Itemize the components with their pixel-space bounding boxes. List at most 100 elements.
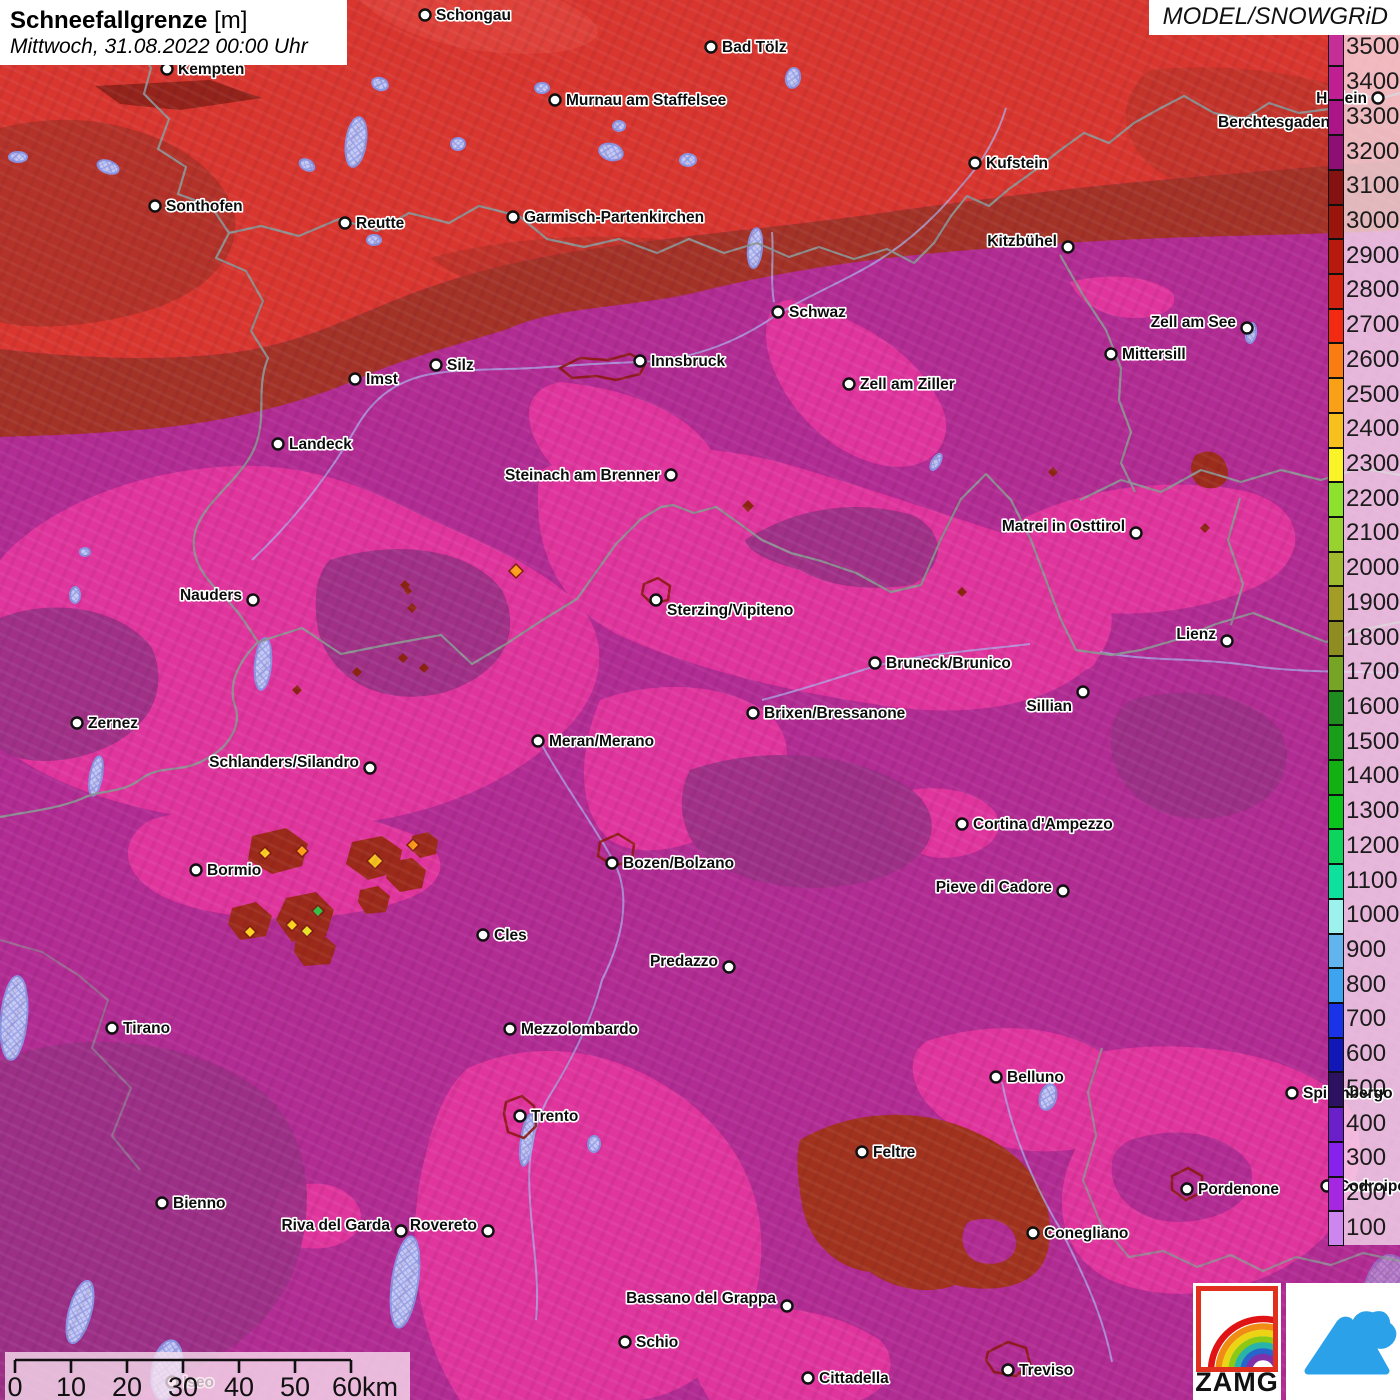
- city-label: Nauders: [180, 587, 242, 604]
- colorbar-value: 700: [1346, 1005, 1400, 1033]
- city-marker: Bassano del Grappa: [626, 1290, 792, 1312]
- colorbar-value: 2700: [1346, 311, 1400, 339]
- city-label: Predazzo: [650, 953, 718, 970]
- colorbar-value: 2000: [1346, 554, 1400, 582]
- city-label: Bormio: [207, 862, 261, 879]
- city-label: Sonthofen: [166, 198, 243, 215]
- city-dot: [350, 374, 361, 385]
- colorbar-segment: [1329, 447, 1343, 482]
- colorbar-value: 400: [1346, 1110, 1400, 1138]
- scalebar-label: 60km: [332, 1372, 398, 1400]
- city-label: Bassano del Grappa: [626, 1290, 776, 1307]
- city-label: Murnau am Staffelsee: [566, 92, 727, 109]
- colorbar-value: 1500: [1346, 728, 1400, 756]
- city-marker: Sterzing/Vipiteno: [651, 595, 794, 620]
- city-dot: [773, 307, 784, 318]
- model-label: MODEL/SNOWGRiD: [1149, 0, 1400, 35]
- zamg-logo: ZAMG: [1193, 1283, 1281, 1400]
- city-label: Bozen/Bolzano: [623, 855, 734, 872]
- colorbar-value: 2400: [1346, 415, 1400, 443]
- city-marker: Cles: [478, 927, 527, 944]
- city-marker: Sonthofen: [150, 198, 243, 215]
- city-dot: [162, 64, 173, 75]
- city-dot: [620, 1337, 631, 1348]
- city-marker: Garmisch-Partenkirchen: [508, 209, 705, 226]
- city-label: Zell am Ziller: [860, 376, 955, 393]
- city-dot: [365, 763, 376, 774]
- city-dot: [651, 595, 662, 606]
- city-dot: [1182, 1184, 1193, 1195]
- colorbar-segment: [1329, 481, 1343, 516]
- city-marker: Kufstein: [970, 155, 1049, 172]
- city-label: Bienno: [173, 1195, 226, 1212]
- city-label: Pordenone: [1198, 1181, 1279, 1198]
- colorbar-segment: [1329, 1176, 1343, 1211]
- city-dot: [515, 1111, 526, 1122]
- colorbar-segment: [1329, 690, 1343, 725]
- city-marker: Zell am See: [1151, 314, 1253, 334]
- city-marker: Tirano: [107, 1020, 171, 1037]
- city-marker: Cortina d'Ampezzo: [957, 816, 1113, 833]
- city-marker: Bienno: [157, 1195, 226, 1212]
- city-marker: Sillian: [1026, 687, 1088, 716]
- colorbar-segment: [1329, 308, 1343, 343]
- colorbar-value: 1700: [1346, 658, 1400, 686]
- colorbar: [1329, 30, 1343, 1245]
- colorbar-segment: [1329, 863, 1343, 898]
- scalebar-label: 10: [56, 1372, 86, 1400]
- colorbar-segment: [1329, 1106, 1343, 1141]
- colorbar-value: 3500: [1346, 33, 1400, 61]
- colorbar-segment: [1329, 933, 1343, 968]
- colorbar-segment: [1329, 238, 1343, 273]
- city-marker: Schlanders/Silandro: [209, 754, 375, 774]
- city-marker: Riva del Garda: [281, 1217, 406, 1237]
- colorbar-segment: [1329, 134, 1343, 169]
- city-dot: [607, 858, 618, 869]
- city-label: Berchtesgaden: [1218, 114, 1330, 131]
- city-dot: [748, 708, 759, 719]
- city-label: Conegliano: [1044, 1225, 1128, 1242]
- city-label: Garmisch-Partenkirchen: [524, 209, 704, 226]
- city-marker: Treviso: [1003, 1362, 1074, 1379]
- colorbar-segment: [1329, 759, 1343, 794]
- colorbar-value: 600: [1346, 1040, 1400, 1068]
- colorbar-value: 800: [1346, 971, 1400, 999]
- city-marker: Meran/Merano: [533, 733, 655, 750]
- colorbar-segment: [1329, 342, 1343, 377]
- city-dot: [991, 1072, 1002, 1083]
- city-dot: [957, 819, 968, 830]
- city-dot: [666, 470, 677, 481]
- city-label: Rovereto: [410, 1217, 477, 1234]
- colorbar-segment: [1329, 794, 1343, 829]
- city-marker: Bormio: [191, 862, 262, 879]
- city-label: Schio: [636, 1334, 678, 1351]
- colorbar-value: 3300: [1346, 103, 1400, 131]
- city-marker: Belluno: [991, 1069, 1064, 1086]
- city-dot: [1063, 242, 1074, 253]
- city-marker: Silz: [431, 357, 474, 374]
- city-label: Landeck: [289, 436, 352, 453]
- city-marker: Innsbruck: [635, 353, 726, 370]
- city-dot: [635, 356, 646, 367]
- colorbar-value: 1100: [1346, 867, 1400, 895]
- city-dot: [1222, 636, 1233, 647]
- colorbar-value: 1300: [1346, 797, 1400, 825]
- colorbar-segment: [1329, 828, 1343, 863]
- city-dot: [857, 1147, 868, 1158]
- title-box: Schneefallgrenze [m] Mittwoch, 31.08.202…: [0, 0, 347, 65]
- city-marker: Rovereto: [410, 1217, 494, 1237]
- colorbar-segment: [1329, 1002, 1343, 1037]
- city-dot: [396, 1226, 407, 1237]
- city-dot: [1003, 1365, 1014, 1376]
- mountain-icon: [1286, 1283, 1400, 1400]
- colorbar-segment: [1329, 169, 1343, 204]
- city-marker: Mittersill: [1106, 346, 1186, 363]
- city-marker: Zernez: [72, 715, 139, 732]
- colorbar-value: 3100: [1346, 172, 1400, 200]
- colorbar-segment: [1329, 1071, 1343, 1106]
- city-label: Cles: [494, 927, 527, 944]
- city-label: Innsbruck: [651, 353, 725, 370]
- city-dot: [107, 1023, 118, 1034]
- city-marker: Trento: [515, 1108, 579, 1125]
- city-dot: [550, 95, 561, 106]
